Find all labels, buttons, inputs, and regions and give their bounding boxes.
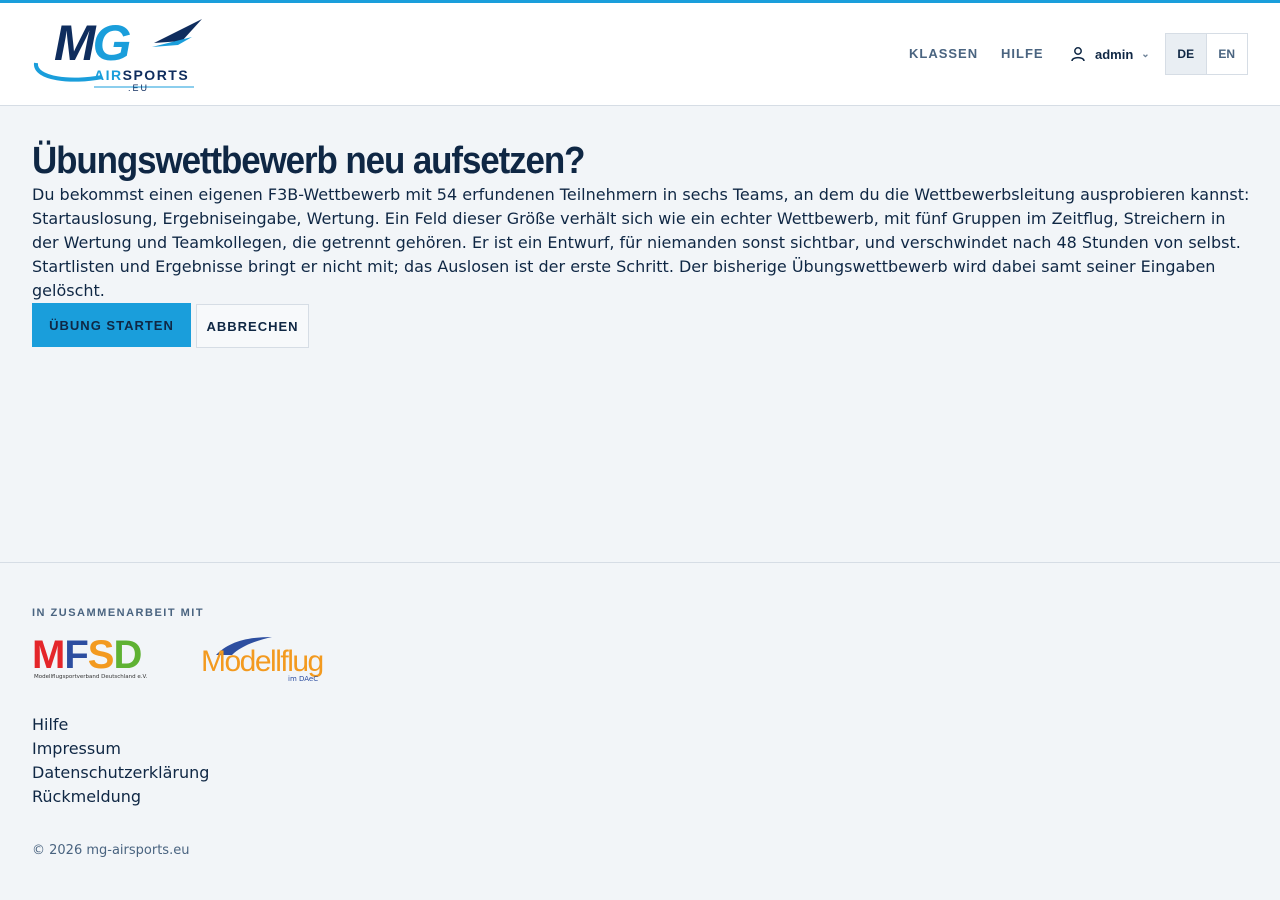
page-title: Übungswettbewerb neu aufsetzen? — [32, 140, 585, 182]
footer-link-feedback[interactable]: Rückmeldung — [32, 785, 209, 809]
modellflug-subtitle: im DAeC — [288, 675, 319, 683]
nav-link-classes[interactable]: KLASSEN — [909, 46, 978, 62]
mfsd-letters: MFSD — [32, 633, 142, 677]
footer-link-privacy[interactable]: Datenschutzerklärung — [32, 761, 209, 785]
footer-links: Hilfe Impressum Datenschutzerklärung Rüc… — [32, 713, 209, 809]
chevron-down-icon: ⌄ — [1141, 48, 1150, 60]
site-logo[interactable]: MG AIRSPORTS .EU — [32, 15, 207, 93]
logo-mg-letters: MG — [54, 15, 132, 71]
nav-link-help[interactable]: HILFE — [1001, 46, 1044, 62]
footer-link-imprint[interactable]: Impressum — [32, 737, 209, 761]
footer-link-help[interactable]: Hilfe — [32, 713, 209, 737]
language-de-button[interactable]: DE — [1166, 34, 1207, 74]
user-menu[interactable]: admin ⌄ — [1070, 46, 1150, 62]
partner-logo-mfsd[interactable]: MFSD Modellflugsportverband Deutschland … — [32, 633, 166, 683]
site-header: MG AIRSPORTS .EU KLASSEN HILFE admin ⌄ D… — [0, 3, 1280, 106]
user-name: admin — [1095, 46, 1134, 62]
cooperation-label: IN ZUSAMMENARBEIT MIT — [32, 607, 205, 619]
start-practice-button[interactable]: ÜBUNG STARTEN — [32, 303, 191, 347]
site-footer: IN ZUSAMMENARBEIT MIT MFSD Modellflugspo… — [0, 562, 1280, 900]
logo-tld-text: .EU — [128, 83, 150, 93]
intro-text: Du bekommst einen eigenen F3B-Wettbewerb… — [32, 185, 1250, 300]
cancel-button[interactable]: ABBRECHEN — [196, 304, 309, 348]
modellflug-name: Modellflug — [201, 645, 324, 678]
user-icon — [1071, 47, 1085, 62]
mfsd-subtitle: Modellflugsportverband Deutschland e.V. — [34, 674, 148, 680]
language-switcher: DE EN — [1165, 33, 1248, 75]
partner-logo-modellflug[interactable]: Modellflug im DAeC — [200, 637, 346, 683]
language-en-button[interactable]: EN — [1206, 34, 1247, 74]
logo-airsports-text: AIRSPORTS — [94, 67, 190, 83]
copyright: © 2026 mg-airsports.eu — [32, 843, 190, 858]
